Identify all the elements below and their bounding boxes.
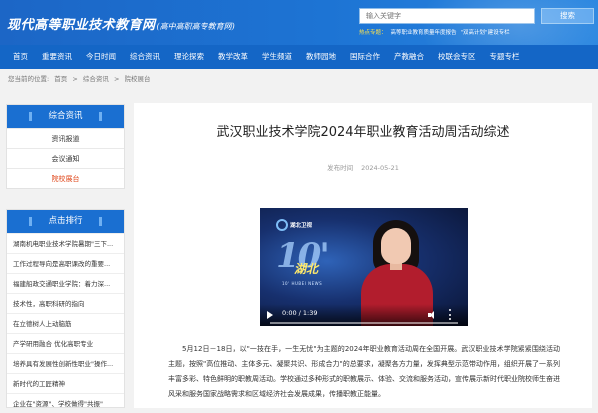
rank-list-item[interactable]: 湖南机电职业技术学院暑期"三下... <box>7 233 124 253</box>
article-body: 5月12日－18日，以"一技在手，一生无忧"为主题的2024年职业教育活动周在全… <box>168 345 560 398</box>
sidebar-rank-panel: 点击排行 湖南机电职业技术学院暑期"三下... 工作过程导向是高职课改的重要..… <box>6 209 125 408</box>
nav-item-important-news[interactable]: 重要资讯 <box>35 45 79 69</box>
nav-item-theory[interactable]: 理论探索 <box>167 45 211 69</box>
logo-subtitle: (高中高职高专教育网) <box>156 22 235 31</box>
nav-item-international[interactable]: 国际合作 <box>343 45 387 69</box>
channel-logo-icon <box>276 219 288 231</box>
sidebar-item-notices[interactable]: 会议通知 <box>7 148 124 168</box>
play-icon[interactable] <box>267 311 273 319</box>
sidebar-rank-title: 点击排行 <box>7 210 124 233</box>
search-input[interactable] <box>359 8 535 24</box>
logo-title: 现代高等职业技术教育网 <box>7 18 156 33</box>
nav-item-students[interactable]: 学生频道 <box>255 45 299 69</box>
breadcrumb-current[interactable]: 院校展台 <box>125 75 151 83</box>
hot-topic-link[interactable]: "双高计划"建设专栏 <box>461 28 510 38</box>
breadcrumb-prefix: 您当前的位置: <box>8 75 50 83</box>
sidebar-item-showcase[interactable]: 院校展台 <box>7 168 124 188</box>
nav-item-today-news[interactable]: 今日时闻 <box>79 45 123 69</box>
breadcrumb-separator: > <box>113 75 120 83</box>
publish-date: 2024-05-21 <box>361 164 399 172</box>
rank-list-item[interactable]: 企业在"资源"、学校做得"共振" <box>7 393 124 413</box>
rank-list-item[interactable]: 技术性，高职科研的指向 <box>7 293 124 313</box>
article-meta: 发布时间 2024-05-21 <box>134 162 592 172</box>
more-options-icon[interactable] <box>448 309 451 320</box>
rank-list-item[interactable]: 培养具有发展性创新性职业"操作... <box>7 353 124 373</box>
nav-item-alliance[interactable]: 校联会专区 <box>431 45 483 69</box>
video-progress-bar[interactable] <box>270 322 458 324</box>
video-time: 0:00 / 1:39 <box>282 309 318 317</box>
site-logo[interactable]: 现代高等职业技术教育网 (高中高职高专教育网) <box>7 14 235 33</box>
sidebar-item-reports[interactable]: 资讯报道 <box>7 128 124 148</box>
video-hubei-text: 湖北 <box>294 262 319 276</box>
breadcrumb-general-news[interactable]: 综合资讯 <box>83 75 109 83</box>
rank-list-item[interactable]: 工作过程导向是高职课改的重要... <box>7 253 124 273</box>
nav-item-teaching-reform[interactable]: 教学改革 <box>211 45 255 69</box>
nav-item-home[interactable]: 首页 <box>6 45 35 69</box>
tv-channel-logo: 湖北卫视 <box>276 219 314 235</box>
sidebar-news-title: 综合资讯 <box>7 105 124 128</box>
rank-list-item[interactable]: 在立德树人上动脑筋 <box>7 313 124 333</box>
hot-topics: 热点专题： 高等职业教育质量年度报告 "双高计划"建设专栏 <box>359 28 510 38</box>
nav-item-general-news[interactable]: 综合资讯 <box>123 45 167 69</box>
main-nav: 首页 重要资讯 今日时闻 综合资讯 理论探索 教学改革 学生频道 教师园地 国际… <box>0 45 598 69</box>
publish-label: 发布时间 <box>327 164 354 172</box>
hot-topics-label: 热点专题： <box>359 30 387 36</box>
search-button[interactable]: 搜索 <box>541 8 594 24</box>
channel-logo-text: 湖北卫视 <box>290 223 313 229</box>
article: 武汉职业技术学院2024年职业教育活动周活动综述 发布时间 2024-05-21… <box>134 103 592 408</box>
video-subtitle-text: 10' HUBEI NEWS <box>282 281 323 286</box>
breadcrumb-separator: > <box>72 75 78 83</box>
news-anchor-face <box>381 228 411 264</box>
article-title: 武汉职业技术学院2024年职业教育活动周活动综述 <box>216 125 510 140</box>
video-player[interactable]: 湖北卫视 10' 湖北 10' HUBEI NEWS 0:00 / 1:39 <box>260 208 468 326</box>
nav-item-teachers[interactable]: 教师园地 <box>299 45 343 69</box>
video-controls: 0:00 / 1:39 <box>260 304 468 326</box>
site-header: 现代高等职业技术教育网 (高中高职高专教育网) 搜索 热点专题： 高等职业教育质… <box>0 0 598 45</box>
volume-icon[interactable] <box>428 311 437 319</box>
hot-topic-link[interactable]: 高等职业教育质量年度报告 <box>391 28 457 38</box>
nav-item-special[interactable]: 专题专栏 <box>483 45 527 69</box>
breadcrumb-home[interactable]: 首页 <box>54 75 67 83</box>
sidebar-news-panel: 综合资讯 资讯报道 会议通知 院校展台 <box>6 104 125 189</box>
nav-item-industry[interactable]: 产教融合 <box>387 45 431 69</box>
breadcrumb: 您当前的位置: 首页 > 综合资讯 > 院校展台 <box>0 69 598 89</box>
rank-list-item[interactable]: 新时代的工匠精神 <box>7 373 124 393</box>
rank-list-item[interactable]: 福建船政交通职业学院：着力深... <box>7 273 124 293</box>
rank-list-item[interactable]: 产学研用融合 优化高职专业 <box>7 333 124 353</box>
